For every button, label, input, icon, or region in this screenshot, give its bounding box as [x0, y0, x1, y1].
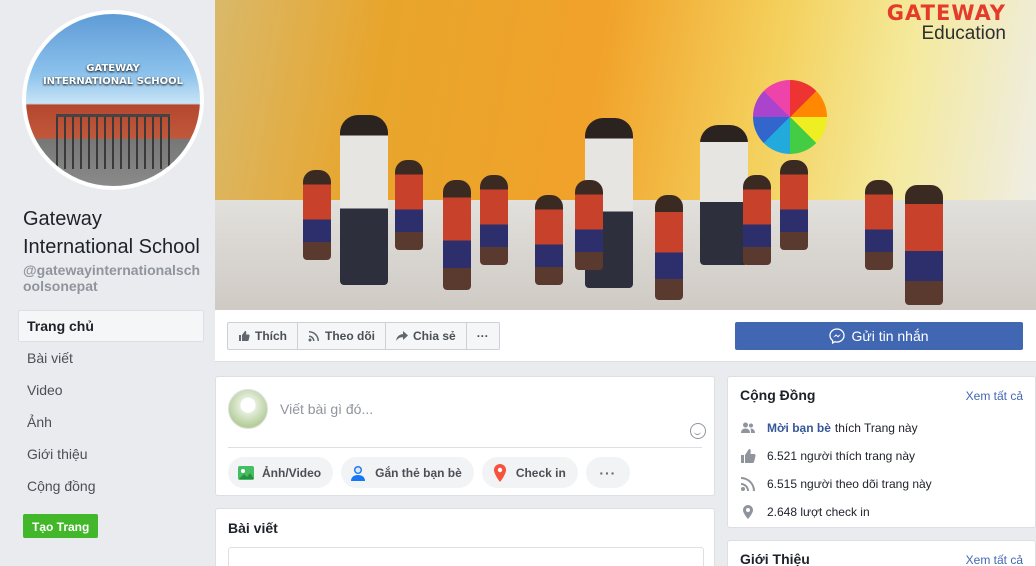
- photo-icon: [238, 465, 254, 480]
- gate-graphic: [56, 114, 170, 169]
- tag-friends-label: Gắn thẻ bạn bè: [375, 465, 462, 480]
- posts-title: Bài viết: [228, 520, 278, 536]
- composer-divider: [228, 447, 702, 448]
- more-dots-icon: ···: [599, 464, 617, 481]
- composer-actions: Ảnh/Video Gắn thẻ bạn bè Check in ···: [228, 457, 630, 488]
- cover-child: [395, 160, 423, 250]
- invite-friends-link[interactable]: Mời bạn bè: [767, 421, 831, 435]
- cover-child: [443, 180, 471, 290]
- checkins-count: 2.648 lượt check in: [767, 505, 870, 519]
- nav-item-posts[interactable]: Bài viết: [18, 342, 204, 374]
- location-pin-icon: [493, 463, 506, 482]
- invite-friends-text: thích Trang này: [834, 421, 918, 435]
- cover-child: [575, 180, 603, 270]
- tag-people-icon: [351, 465, 366, 481]
- nav-item-photos[interactable]: Ảnh: [18, 406, 204, 438]
- left-sidebar: GATEWAY INTERNATIONAL SCHOOL Gateway Int…: [0, 0, 215, 566]
- check-in-label: Check in: [515, 465, 566, 480]
- page-action-bar: Thích Theo dõi Chia sẻ ··· Gửi tin nhắn: [215, 310, 1036, 362]
- composer-avatar: [228, 389, 268, 429]
- like-label: Thích: [255, 329, 287, 343]
- community-see-all-link[interactable]: Xem tất cả: [966, 389, 1023, 403]
- like-button[interactable]: Thích: [228, 323, 298, 349]
- composer-more-button[interactable]: ···: [585, 457, 630, 488]
- cover-child: [780, 160, 808, 250]
- invite-friends-row: Mời bạn bè thích Trang này: [740, 418, 918, 438]
- cover-child: [655, 195, 683, 300]
- page-navigation: Trang chủ Bài viết Video Ảnh Giới thiệu …: [18, 310, 204, 502]
- color-wheel-decoration: [753, 80, 827, 154]
- post-preview-card[interactable]: [228, 547, 704, 566]
- composer-input[interactable]: Viết bài gì đó...: [280, 401, 373, 417]
- page-name[interactable]: Gateway International School: [23, 205, 208, 261]
- profile-picture[interactable]: GATEWAY INTERNATIONAL SCHOOL: [22, 10, 204, 190]
- send-message-button[interactable]: Gửi tin nhắn: [735, 322, 1023, 350]
- cover-child: [535, 195, 563, 285]
- logo-text: GATEWAY INTERNATIONAL SCHOOL: [42, 63, 184, 87]
- check-in-button[interactable]: Check in: [481, 457, 578, 488]
- cover-child: [865, 180, 893, 270]
- tag-friends-button[interactable]: Gắn thẻ bạn bè: [341, 457, 474, 488]
- emoji-icon[interactable]: [690, 423, 706, 439]
- likes-count: 6.521 người thích trang này: [767, 449, 915, 463]
- cover-figure: [340, 115, 388, 285]
- cover-child: [303, 170, 331, 260]
- nav-item-about[interactable]: Giới thiệu: [18, 438, 204, 470]
- nav-item-community[interactable]: Cộng đồng: [18, 470, 204, 502]
- send-message-label: Gửi tin nhắn: [851, 328, 929, 344]
- about-title: Giới Thiệu: [740, 551, 810, 566]
- nav-item-home[interactable]: Trang chủ: [18, 310, 204, 342]
- follows-count: 6.515 người theo dõi trang này: [767, 477, 932, 491]
- cover-photo[interactable]: GATEWAY Education: [215, 0, 1036, 310]
- cover-child: [743, 175, 771, 265]
- messenger-icon: [829, 328, 846, 344]
- cover-child: [905, 185, 943, 305]
- follow-label: Theo dõi: [325, 329, 375, 343]
- action-button-group: Thích Theo dõi Chia sẻ ···: [227, 322, 500, 350]
- people-icon: [741, 422, 755, 433]
- school-logo-image: GATEWAY INTERNATIONAL SCHOOL: [26, 14, 200, 186]
- photo-video-label: Ảnh/Video: [262, 465, 322, 480]
- posts-section: Bài viết: [215, 508, 715, 566]
- about-card: Giới Thiệu Xem tất cả: [727, 540, 1036, 566]
- rss-icon: [308, 331, 319, 342]
- thumbs-up-icon: [741, 449, 756, 463]
- create-page-button[interactable]: Tạo Trang: [23, 514, 99, 538]
- more-actions-button[interactable]: ···: [467, 323, 499, 349]
- community-title: Cộng Đồng: [740, 387, 816, 403]
- page-username[interactable]: @gatewayinternationalschoolsonepat: [23, 262, 208, 294]
- cover-brand-watermark: GATEWAY Education: [886, 1, 1006, 44]
- cover-figure: [700, 125, 748, 265]
- nav-item-videos[interactable]: Video: [18, 374, 204, 406]
- location-pin-icon: [743, 505, 753, 519]
- about-see-all-link[interactable]: Xem tất cả: [966, 553, 1023, 566]
- follow-button[interactable]: Theo dõi: [298, 323, 386, 349]
- cover-child: [480, 175, 508, 265]
- follows-row: 6.515 người theo dõi trang này: [740, 474, 932, 494]
- likes-row: 6.521 người thích trang này: [740, 446, 915, 466]
- share-button[interactable]: Chia sẻ: [386, 323, 467, 349]
- share-arrow-icon: [396, 331, 408, 341]
- thumbs-up-icon: [239, 331, 250, 341]
- post-composer: Viết bài gì đó... Ảnh/Video Gắn thẻ bạn …: [215, 376, 715, 496]
- rss-icon: [741, 477, 755, 491]
- photo-video-button[interactable]: Ảnh/Video: [228, 457, 334, 488]
- community-card: Cộng Đồng Xem tất cả Mời bạn bè thích Tr…: [727, 376, 1036, 528]
- share-label: Chia sẻ: [413, 329, 456, 343]
- more-dots-icon: ···: [476, 329, 489, 343]
- checkins-row: 2.648 lượt check in: [740, 502, 870, 522]
